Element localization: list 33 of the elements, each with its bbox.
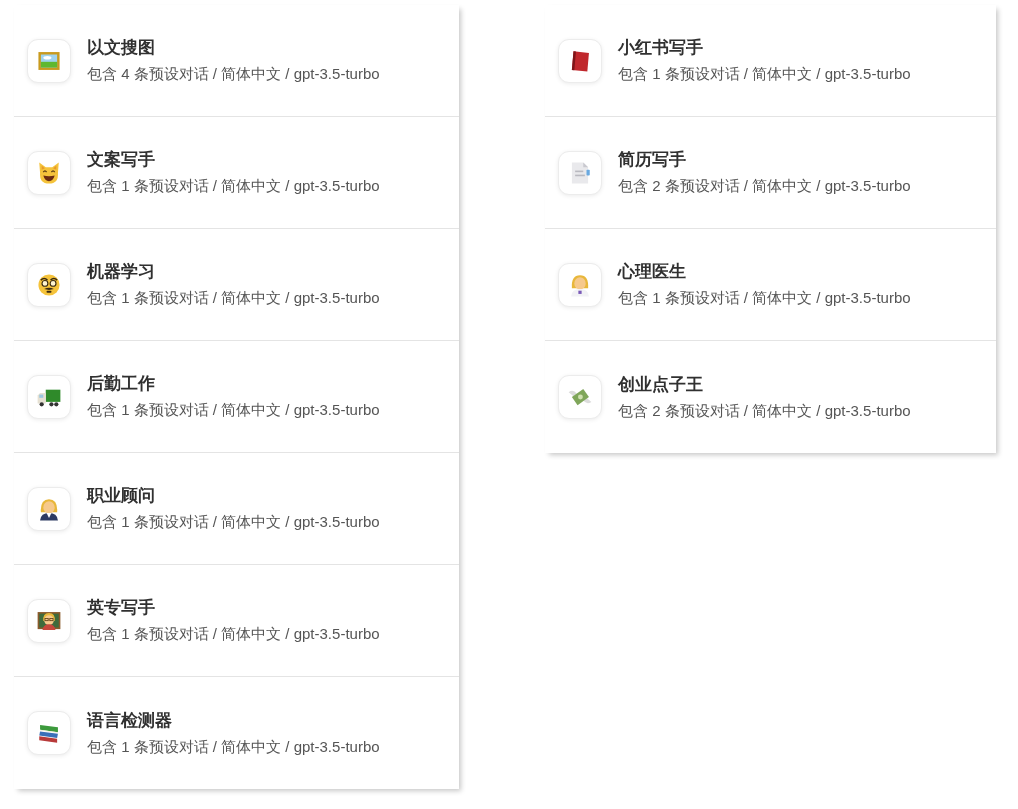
mask-description: 包含 1 条预设对话 / 简体中文 / gpt-3.5-turbo [87, 176, 380, 196]
mask-title: 文案写手 [87, 149, 155, 171]
mask-title: 创业点子王 [618, 373, 703, 396]
mask-description: 包含 4 条预设对话 / 简体中文 / gpt-3.5-turbo [87, 64, 380, 84]
mask-description: 包含 1 条预设对话 / 简体中文 / gpt-3.5-turbo [87, 624, 380, 644]
mask-description: 包含 1 条预设对话 / 简体中文 / gpt-3.5-turbo [87, 400, 380, 420]
teacher-icon [27, 598, 71, 643]
mask-description: 包含 1 条预设对话 / 简体中文 / gpt-3.5-turbo [618, 64, 911, 84]
mask-description: 包含 1 条预设对话 / 简体中文 / gpt-3.5-turbo [87, 512, 380, 532]
mask-title: 语言检测器 [87, 709, 172, 732]
mask-title: 心理医生 [618, 261, 686, 283]
mask-description: 包含 1 条预设对话 / 简体中文 / gpt-3.5-turbo [87, 736, 380, 757]
money-with-wings-icon [558, 375, 602, 419]
mask-description: 包含 2 条预设对话 / 简体中文 / gpt-3.5-turbo [618, 176, 911, 196]
mask-title: 后勤工作 [87, 373, 155, 395]
health-worker-icon [558, 262, 602, 307]
mask-title: 以文搜图 [87, 37, 155, 59]
mask-title: 小红书写手 [618, 37, 703, 59]
mask-description: 包含 1 条预设对话 / 简体中文 / gpt-3.5-turbo [618, 288, 911, 308]
books-icon [27, 711, 71, 755]
face-with-glasses-icon [27, 262, 71, 307]
mask-title: 简历写手 [618, 149, 686, 171]
book-icon [558, 38, 602, 83]
woman-icon [27, 486, 71, 531]
truck-icon [27, 374, 71, 419]
mask-description: 包含 2 条预设对话 / 简体中文 / gpt-3.5-turbo [618, 400, 911, 421]
framed-picture-icon [27, 38, 71, 83]
mask-title: 英专写手 [87, 597, 155, 619]
grinning-cat-icon [27, 150, 71, 195]
mask-title: 机器学习 [87, 261, 155, 283]
mask-description: 包含 1 条预设对话 / 简体中文 / gpt-3.5-turbo [87, 288, 380, 308]
mask-title: 职业顾问 [87, 485, 155, 507]
document-icon [558, 150, 602, 195]
